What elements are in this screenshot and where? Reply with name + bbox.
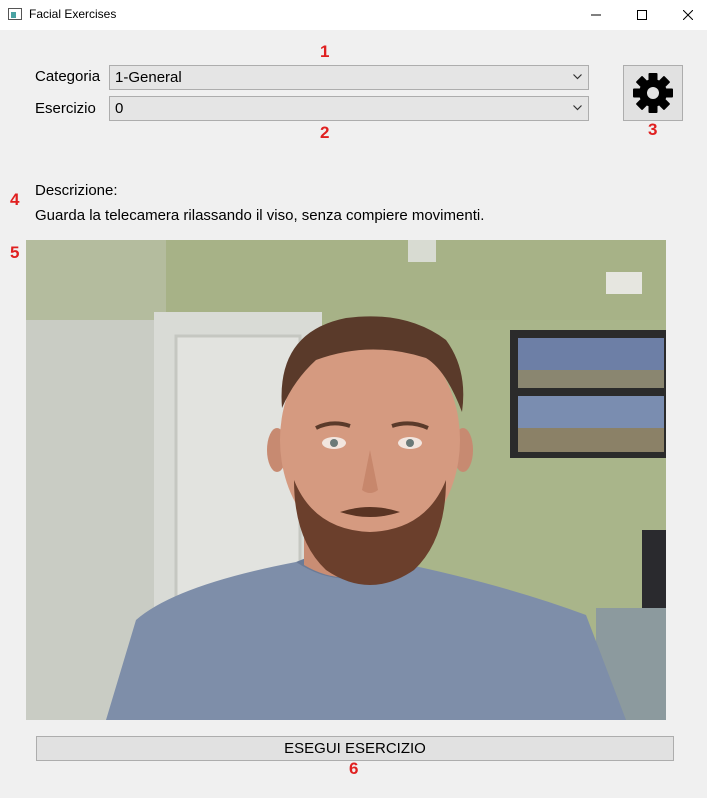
settings-button[interactable] xyxy=(623,65,683,121)
annotation-4: 4 xyxy=(10,190,20,209)
webcam-feed xyxy=(26,240,666,720)
annotation-5: 5 xyxy=(10,243,20,262)
app-window-icon xyxy=(8,8,22,20)
esercizio-value: 0 xyxy=(115,100,124,117)
annotation-1: 1 xyxy=(320,42,330,61)
categoria-value: 1-General xyxy=(115,69,182,86)
webcam-image xyxy=(26,240,666,720)
minimize-button[interactable] xyxy=(573,0,619,30)
categoria-label: Categoria xyxy=(35,68,101,85)
annotation-3: 3 xyxy=(648,120,658,139)
chevron-down-icon xyxy=(573,105,582,111)
chevron-down-icon xyxy=(573,74,582,80)
maximize-button[interactable] xyxy=(619,0,665,30)
minimize-icon xyxy=(591,14,601,16)
description-title: Descrizione: xyxy=(35,182,118,199)
categoria-select[interactable]: 1-General xyxy=(109,65,589,90)
esercizio-select[interactable]: 0 xyxy=(109,96,589,121)
window-title: Facial Exercises xyxy=(29,7,117,21)
close-icon xyxy=(683,10,693,20)
annotation-2: 2 xyxy=(320,123,330,142)
title-bar: Facial Exercises xyxy=(0,0,707,30)
run-exercise-button[interactable]: ESEGUI ESERCIZIO xyxy=(36,736,674,761)
gear-icon xyxy=(633,73,673,113)
esercizio-label: Esercizio xyxy=(35,100,96,117)
close-button[interactable] xyxy=(665,0,707,30)
annotation-6: 6 xyxy=(349,759,359,778)
maximize-icon xyxy=(637,10,647,20)
description-text: Guarda la telecamera rilassando il viso,… xyxy=(35,207,485,224)
